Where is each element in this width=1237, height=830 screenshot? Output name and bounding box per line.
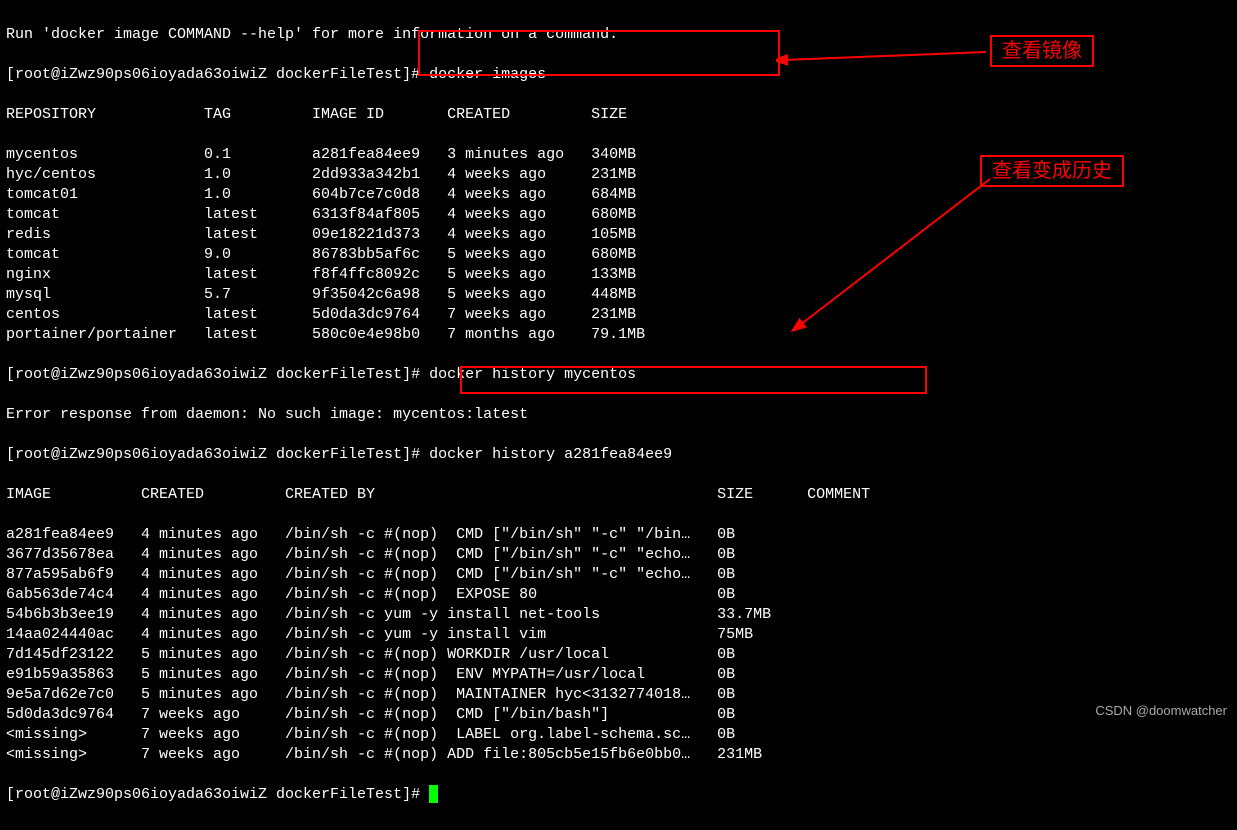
table-row: hyc/centos 1.0 2dd933a342b1 4 weeks ago … [6, 165, 1231, 185]
error-response: Error response from daemon: No such imag… [6, 405, 1231, 425]
table-row: e91b59a35863 5 minutes ago /bin/sh -c #(… [6, 665, 1231, 685]
table-row: <missing> 7 weeks ago /bin/sh -c #(nop) … [6, 745, 1231, 765]
watermark: CSDN @doomwatcher [1095, 701, 1227, 721]
terminal-cursor [429, 785, 438, 803]
command-docker-history-mycentos: [root@iZwz90ps06ioyada63oiwiZ dockerFile… [6, 365, 1231, 385]
table-row: 3677d35678ea 4 minutes ago /bin/sh -c #(… [6, 545, 1231, 565]
terminal-output[interactable]: Run 'docker image COMMAND --help' for mo… [0, 0, 1237, 830]
table-row: portainer/portainer latest 580c0e4e98b0 … [6, 325, 1231, 345]
table-row: 877a595ab6f9 4 minutes ago /bin/sh -c #(… [6, 565, 1231, 585]
prompt-line[interactable]: [root@iZwz90ps06ioyada63oiwiZ dockerFile… [6, 785, 1231, 805]
table-row: 9e5a7d62e7c0 5 minutes ago /bin/sh -c #(… [6, 685, 1231, 705]
table-row: centos latest 5d0da3dc9764 7 weeks ago 2… [6, 305, 1231, 325]
table-row: nginx latest f8f4ffc8092c 5 weeks ago 13… [6, 265, 1231, 285]
table-row: tomcat latest 6313f84af805 4 weeks ago 6… [6, 205, 1231, 225]
command-docker-images: [root@iZwz90ps06ioyada63oiwiZ dockerFile… [6, 65, 1231, 85]
command-docker-history-imageid: [root@iZwz90ps06ioyada63oiwiZ dockerFile… [6, 445, 1231, 465]
history-table-header: IMAGE CREATED CREATED BY SIZE COMMENT [6, 485, 1231, 505]
images-table-header: REPOSITORY TAG IMAGE ID CREATED SIZE [6, 105, 1231, 125]
prompt-text: [root@iZwz90ps06ioyada63oiwiZ dockerFile… [6, 786, 429, 803]
table-row: 5d0da3dc9764 7 weeks ago /bin/sh -c #(no… [6, 705, 1231, 725]
table-row: <missing> 7 weeks ago /bin/sh -c #(nop) … [6, 725, 1231, 745]
table-row: mycentos 0.1 a281fea84ee9 3 minutes ago … [6, 145, 1231, 165]
images-table-body: mycentos 0.1 a281fea84ee9 3 minutes ago … [6, 145, 1231, 345]
table-row: redis latest 09e18221d373 4 weeks ago 10… [6, 225, 1231, 245]
table-row: 6ab563de74c4 4 minutes ago /bin/sh -c #(… [6, 585, 1231, 605]
table-row: tomcat 9.0 86783bb5af6c 5 weeks ago 680M… [6, 245, 1231, 265]
table-row: tomcat01 1.0 604b7ce7c0d8 4 weeks ago 68… [6, 185, 1231, 205]
table-row: 14aa024440ac 4 minutes ago /bin/sh -c yu… [6, 625, 1231, 645]
table-row: 7d145df23122 5 minutes ago /bin/sh -c #(… [6, 645, 1231, 665]
table-row: a281fea84ee9 4 minutes ago /bin/sh -c #(… [6, 525, 1231, 545]
help-text: Run 'docker image COMMAND --help' for mo… [6, 25, 1231, 45]
table-row: 54b6b3b3ee19 4 minutes ago /bin/sh -c yu… [6, 605, 1231, 625]
history-table-body: a281fea84ee9 4 minutes ago /bin/sh -c #(… [6, 525, 1231, 765]
table-row: mysql 5.7 9f35042c6a98 5 weeks ago 448MB [6, 285, 1231, 305]
